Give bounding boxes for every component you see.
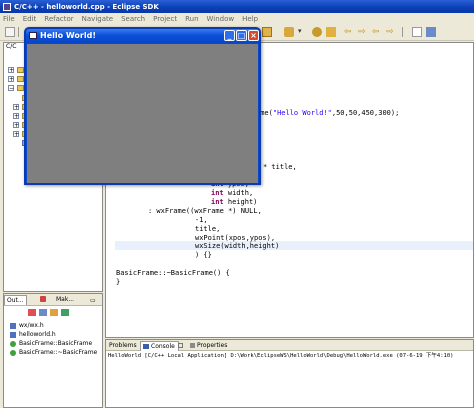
tab-console-label: Console: [151, 343, 175, 350]
menu-refactor[interactable]: Refactor: [44, 15, 73, 23]
window-client-area[interactable]: [27, 44, 258, 183]
minimize-icon[interactable]: ▭: [90, 297, 96, 304]
expand-icon[interactable]: +: [8, 67, 14, 74]
code-line: }: [116, 278, 121, 286]
console-icon: [143, 344, 149, 349]
outline-tab-bar: Out... Mak... ▭: [4, 294, 102, 306]
method-icon: [10, 349, 16, 356]
code-line: title,: [195, 225, 221, 233]
folder-icon: [17, 76, 24, 82]
menu-window[interactable]: Window: [207, 15, 235, 23]
minimize-button[interactable]: _: [224, 30, 235, 41]
menu-file[interactable]: File: [3, 15, 15, 23]
menu-help[interactable]: Help: [242, 15, 258, 23]
close-icon[interactable]: [178, 343, 183, 348]
code-line: : wxFrame((wxFrame *) NULL,: [148, 207, 262, 215]
menu-project[interactable]: Project: [153, 15, 177, 23]
new-file-icon[interactable]: [5, 27, 15, 37]
tab-properties-label: Properties: [197, 342, 228, 349]
maximize-button[interactable]: □: [236, 30, 247, 41]
expand-icon[interactable]: +: [13, 122, 19, 129]
menu-bar: File Edit Refactor Navigate Search Proje…: [0, 13, 474, 24]
folder-icon: [17, 67, 24, 73]
include-icon: [10, 331, 16, 338]
outline-item-label: helloworld.h: [19, 331, 56, 338]
tab-properties[interactable]: Properties: [188, 341, 230, 351]
tab-make[interactable]: Mak...: [54, 295, 76, 305]
dropdown-arrow-icon[interactable]: ▾: [298, 27, 306, 37]
outline-item-method[interactable]: BasicFrame::~BasicFrame: [10, 348, 97, 357]
outline-item-include[interactable]: helloworld.h: [10, 330, 56, 339]
code-line: wxSize(width,height): [195, 242, 280, 250]
tab-console[interactable]: Console: [140, 341, 179, 351]
menu-search[interactable]: Search: [121, 15, 145, 23]
tab-problems[interactable]: Problems: [106, 341, 140, 351]
eclipse-title-bar: C/C++ - helloworld.cpp - Eclipse SDK: [0, 0, 474, 13]
code-line: * title,: [263, 163, 297, 171]
console-view: Problems Console Properties HelloWorld […: [105, 339, 474, 408]
close-button[interactable]: ×: [248, 30, 259, 41]
outline-item-include[interactable]: wx/wx.h: [10, 321, 44, 330]
method-icon: [10, 340, 16, 347]
expand-icon[interactable]: +: [8, 76, 14, 83]
code-line: int width,: [211, 189, 254, 197]
code-line: int height): [211, 198, 258, 206]
project-tab[interactable]: C/C: [4, 43, 24, 54]
search-icon[interactable]: [312, 27, 322, 37]
toolbar-separator: [402, 27, 406, 37]
back-icon[interactable]: ⇦: [344, 27, 354, 37]
sort-icon[interactable]: [28, 309, 36, 316]
window-app-icon[interactable]: [29, 32, 37, 39]
close-icon[interactable]: [40, 296, 46, 302]
outline-item-method[interactable]: BasicFrame::BasicFrame: [10, 339, 92, 348]
console-output: HelloWorld [C/C++ Local Application] D:\…: [108, 353, 454, 359]
external-tools-icon[interactable]: [284, 27, 294, 37]
folder-icon: [17, 85, 24, 91]
expand-icon[interactable]: +: [13, 131, 19, 138]
current-line-highlight: [115, 241, 473, 250]
eclipse-window-title: C/C++ - helloworld.cpp - Eclipse SDK: [14, 2, 159, 11]
code-line: BasicFrame::~BasicFrame() {: [116, 269, 230, 277]
tab-outline[interactable]: Out...: [4, 295, 27, 305]
forward-icon[interactable]: ⇨: [358, 27, 368, 37]
include-icon: [10, 322, 16, 329]
hello-world-window[interactable]: Hello World! _ □ ×: [24, 27, 261, 185]
menu-edit[interactable]: Edit: [23, 15, 37, 23]
collapse-icon[interactable]: −: [8, 85, 14, 92]
window-titlebar[interactable]: Hello World! _ □ ×: [26, 29, 259, 43]
menu-run[interactable]: Run: [185, 15, 198, 23]
annotation-icon[interactable]: [326, 27, 336, 37]
expand-icon[interactable]: +: [13, 113, 19, 120]
properties-icon: [190, 343, 195, 348]
code-line: ) {}: [195, 251, 212, 259]
window-title: Hello World!: [40, 31, 96, 40]
filter-icon[interactable]: [39, 309, 47, 316]
outline-item-label: BasicFrame::~BasicFrame: [19, 349, 98, 356]
back-history-icon[interactable]: ⇦: [372, 27, 382, 37]
code-line: ame("Hello World!",50,50,450,300);: [256, 109, 400, 117]
open-folder-icon[interactable]: [262, 27, 272, 37]
c-perspective-icon[interactable]: [412, 27, 422, 37]
console-tab-bar: Problems Console Properties: [106, 340, 473, 351]
perspective-icon[interactable]: [426, 27, 436, 37]
outline-view: Out... Mak... ▭ wx/wx.h helloworld.h Bas…: [3, 293, 103, 408]
expand-icon[interactable]: +: [13, 104, 19, 111]
hide-static-icon[interactable]: [61, 309, 69, 316]
menu-navigate[interactable]: Navigate: [82, 15, 113, 23]
forward-history-icon[interactable]: ⇨: [386, 27, 396, 37]
eclipse-app-icon: [3, 2, 11, 11]
outline-item-label: wx/wx.h: [19, 322, 44, 329]
code-line: -1,: [195, 216, 208, 224]
hide-fields-icon[interactable]: [50, 309, 58, 316]
outline-item-label: BasicFrame::BasicFrame: [19, 340, 93, 347]
toolbar-separator: [18, 27, 22, 37]
